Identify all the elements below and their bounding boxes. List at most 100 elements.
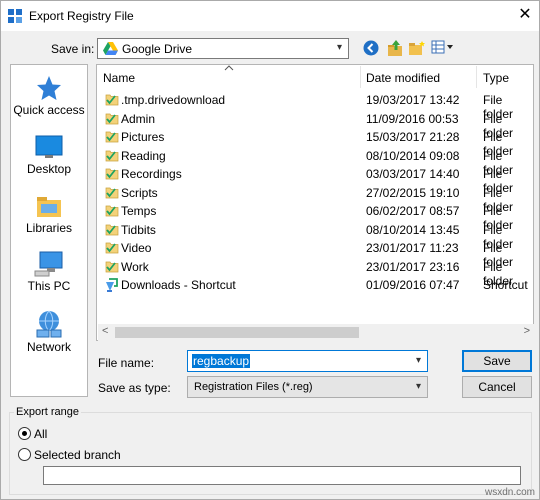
- selected-branch-input[interactable]: [43, 466, 521, 485]
- file-type: Shortcut: [483, 278, 528, 292]
- column-divider[interactable]: [360, 66, 361, 88]
- file-date-modified: 23/01/2017 23:16: [366, 259, 460, 274]
- file-date-modified: 15/03/2017 21:28: [366, 130, 460, 144]
- synced-folder-icon: [105, 111, 119, 128]
- file-date-modified: 01/09/2016 07:47: [366, 278, 460, 292]
- new-folder-icon[interactable]: [408, 40, 426, 56]
- export-registry-dialog: Export Registry File ✕ Save in: Google D…: [0, 0, 540, 500]
- radio-all[interactable]: [18, 427, 31, 440]
- sort-ascending-icon: [224, 65, 234, 71]
- scroll-right-icon[interactable]: >: [524, 325, 530, 337]
- places-sidebar: Quick access Desktop Libraries This PC N…: [10, 64, 88, 397]
- place-label: Network: [26, 340, 71, 354]
- file-name: Work: [121, 259, 149, 274]
- column-header-type[interactable]: Type: [483, 71, 509, 85]
- back-arrow-icon[interactable]: [363, 40, 379, 56]
- file-date-modified: 03/03/2017 14:40: [366, 167, 460, 181]
- cancel-button[interactable]: Cancel: [462, 376, 532, 398]
- place-desktop[interactable]: Desktop: [11, 134, 87, 176]
- save-as-type-label: Save as type:: [98, 381, 171, 395]
- horizontal-scrollbar[interactable]: < >: [98, 324, 534, 341]
- place-quick-access[interactable]: Quick access: [11, 75, 87, 117]
- save-as-type-select[interactable]: Registration Files (*.reg) ▾: [187, 376, 428, 398]
- save-in-value: Google Drive: [122, 42, 193, 56]
- synced-folder-icon: [105, 92, 119, 109]
- place-this-pc[interactable]: This PC: [11, 251, 87, 293]
- radio-all-label[interactable]: All: [34, 427, 47, 441]
- file-row[interactable]: .tmp.drivedownload 19/03/2017 13:42 File f…: [97, 91, 533, 121]
- file-row[interactable]: Work 23/01/2017 23:16 File folder: [97, 258, 533, 288]
- place-libraries[interactable]: Libraries: [11, 193, 87, 235]
- save-in-dropdown[interactable]: Google Drive ▾: [97, 38, 349, 59]
- file-row[interactable]: Downloads - Shortcut 01/09/2016 07:47 Shor…: [97, 276, 533, 294]
- title-bar: Export Registry File ✕: [1, 1, 539, 31]
- shortcut-icon: [105, 277, 121, 296]
- synced-folder-icon: [105, 185, 119, 202]
- file-name: Video: [121, 241, 152, 255]
- synced-folder-icon: [105, 240, 119, 257]
- chevron-down-icon[interactable]: ▾: [416, 355, 421, 366]
- synced-folder-icon: [105, 222, 119, 239]
- synced-folder-icon: [105, 148, 119, 165]
- synced-folder-icon: [105, 259, 119, 276]
- radio-selected-dot: [22, 431, 27, 436]
- place-label: Quick access: [13, 103, 85, 117]
- file-name: .tmp.drivedownload: [121, 93, 226, 107]
- column-divider[interactable]: [476, 66, 477, 88]
- file-name: Tidbits: [121, 222, 156, 237]
- synced-folder-icon: [105, 203, 119, 220]
- save-in-label: Save in:: [51, 42, 95, 56]
- file-name: Pictures: [121, 130, 165, 144]
- scrollbar-thumb[interactable]: [115, 327, 359, 338]
- save-as-type-value: Registration Files (*.reg): [194, 381, 313, 393]
- file-row[interactable]: Pictures 15/03/2017 21:28 File folder: [97, 128, 533, 158]
- file-row[interactable]: Video 23/01/2017 11:23 File folder: [97, 239, 533, 269]
- file-name: Recordings: [121, 167, 182, 181]
- file-row[interactable]: Tidbits 08/10/2014 13:45 File folder: [97, 221, 533, 251]
- star-icon: [37, 76, 61, 100]
- file-row[interactable]: Temps 06/02/2017 08:57 File folder: [97, 202, 533, 232]
- file-name-input[interactable]: regbackup ▾: [187, 350, 428, 372]
- desktop-icon: [35, 135, 63, 158]
- column-header-name[interactable]: Name: [103, 71, 135, 85]
- up-folder-icon[interactable]: [387, 39, 404, 57]
- file-date-modified: 08/10/2014 13:45: [366, 222, 460, 237]
- file-date-modified: 08/10/2014 09:08: [366, 148, 460, 163]
- window-title: Export Registry File: [29, 9, 134, 23]
- file-list: Name Date modified Type .tmp.drivedownlo…: [96, 64, 534, 341]
- chevron-down-icon: ▾: [336, 42, 342, 53]
- export-range-title: Export range: [14, 406, 81, 418]
- synced-folder-icon: [105, 129, 119, 146]
- close-icon: ✕: [518, 6, 532, 23]
- file-name: Downloads - Shortcut: [121, 278, 236, 292]
- radio-selected-branch[interactable]: [18, 448, 31, 461]
- column-header-date[interactable]: Date modified: [366, 71, 440, 85]
- file-row[interactable]: Recordings 03/03/2017 14:40 File folder: [97, 165, 533, 195]
- place-network[interactable]: Network: [11, 310, 87, 354]
- scroll-left-icon[interactable]: <: [102, 325, 108, 337]
- file-date-modified: 19/03/2017 13:42: [366, 93, 460, 107]
- view-menu-icon[interactable]: [431, 40, 455, 54]
- file-row[interactable]: Reading 08/10/2014 09:08 File folder: [97, 147, 533, 177]
- network-icon: [36, 310, 62, 338]
- libraries-icon: [37, 197, 61, 217]
- place-label: Libraries: [25, 221, 73, 235]
- file-row[interactable]: Admin 11/09/2016 00:53 File folder: [97, 110, 533, 140]
- google-drive-icon: [103, 42, 118, 55]
- file-date-modified: 11/09/2016 00:53: [366, 111, 459, 126]
- close-button[interactable]: ✕: [511, 3, 539, 29]
- chevron-down-icon: ▾: [415, 381, 421, 392]
- registry-app-icon: [8, 9, 22, 23]
- file-name: Reading: [121, 148, 166, 163]
- watermark: wsxdn.com: [485, 487, 536, 498]
- file-name: Admin: [121, 111, 156, 126]
- radio-selected-branch-label[interactable]: Selected branch: [34, 448, 121, 462]
- file-name-value: regbackup: [192, 354, 251, 368]
- synced-folder-icon: [105, 166, 119, 183]
- place-label: This PC: [27, 279, 71, 293]
- file-row[interactable]: Scripts 27/02/2015 19:10 File folder: [97, 184, 533, 214]
- save-button[interactable]: Save: [462, 350, 532, 372]
- place-label: Desktop: [26, 162, 72, 176]
- computer-icon: [34, 251, 63, 277]
- file-name: Scripts: [121, 185, 158, 200]
